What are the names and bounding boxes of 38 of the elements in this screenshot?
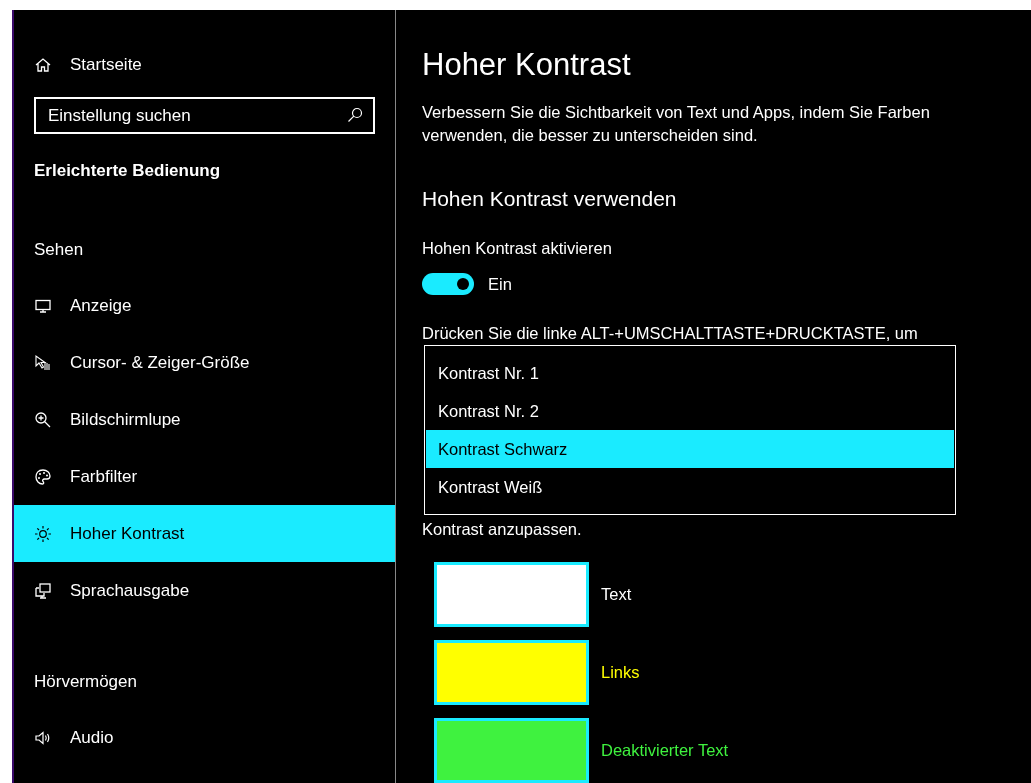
search-icon[interactable] — [347, 107, 363, 123]
nav-item[interactable]: Farbfilter — [14, 448, 395, 505]
swatch-label: Links — [601, 662, 640, 684]
speaker-icon — [34, 728, 52, 747]
swatch-label: Deaktivierter Text — [601, 740, 729, 762]
toggle-state: Ein — [488, 274, 512, 295]
description-text: Verbessern Sie die Sichtbarkeit von Text und Apps, indem Sie Farben verwenden, die besser zu unterscheiden sind. — [422, 102, 931, 146]
search-field[interactable]: Einstellung suchen — [34, 97, 375, 134]
palette-icon — [34, 467, 52, 486]
nav-item[interactable]: Hoher Kontrast — [14, 505, 395, 562]
home-icon — [34, 56, 52, 74]
color-swatch[interactable] — [434, 640, 589, 705]
dropdown-option[interactable]: Kontrast Nr. 1 — [426, 354, 954, 392]
nav-item[interactable]: Bildschirmlupe — [14, 391, 395, 448]
toggle-switch[interactable] — [422, 273, 474, 296]
nav-item[interactable]: Audio — [14, 709, 395, 766]
nav-item[interactable]: Cursor- & Zeiger-Größe — [14, 334, 395, 391]
color-swatch[interactable] — [434, 718, 589, 783]
hint-text: Drücken Sie die linke ALT-+UMSCHALTTASTE+DRUCKTASTE, um — [422, 322, 919, 344]
magnifier-icon — [34, 410, 52, 429]
toggle-label: Hohen Kontrast aktivieren — [422, 238, 613, 259]
color-swatch[interactable] — [434, 562, 589, 627]
hint-text: Kontrast anzupassen. — [422, 519, 583, 540]
screen-icon — [34, 581, 52, 600]
section-heading: Hohen Kontrast verwenden — [422, 186, 678, 212]
section-heading: Hörvermögen — [33, 671, 138, 694]
nav-item[interactable]: Sprachausgabe — [14, 562, 395, 619]
dropdown-option[interactable]: Kontrast Weiß — [426, 468, 954, 506]
page-title: Hoher Kontrast — [422, 46, 632, 84]
dropdown-option[interactable]: Kontrast Nr. 2 — [426, 392, 954, 430]
category-heading: Erleichterte Bedienung — [33, 160, 222, 182]
swatch-label: Text — [601, 584, 632, 606]
section-heading: Sehen — [33, 239, 85, 262]
sun-icon — [34, 524, 52, 543]
hand-pointer-icon — [34, 353, 52, 372]
home-link[interactable]: Startseite — [14, 45, 395, 85]
nav-item[interactable]: Anzeige — [14, 277, 395, 334]
dropdown-option[interactable]: Kontrast Schwarz — [426, 430, 954, 468]
